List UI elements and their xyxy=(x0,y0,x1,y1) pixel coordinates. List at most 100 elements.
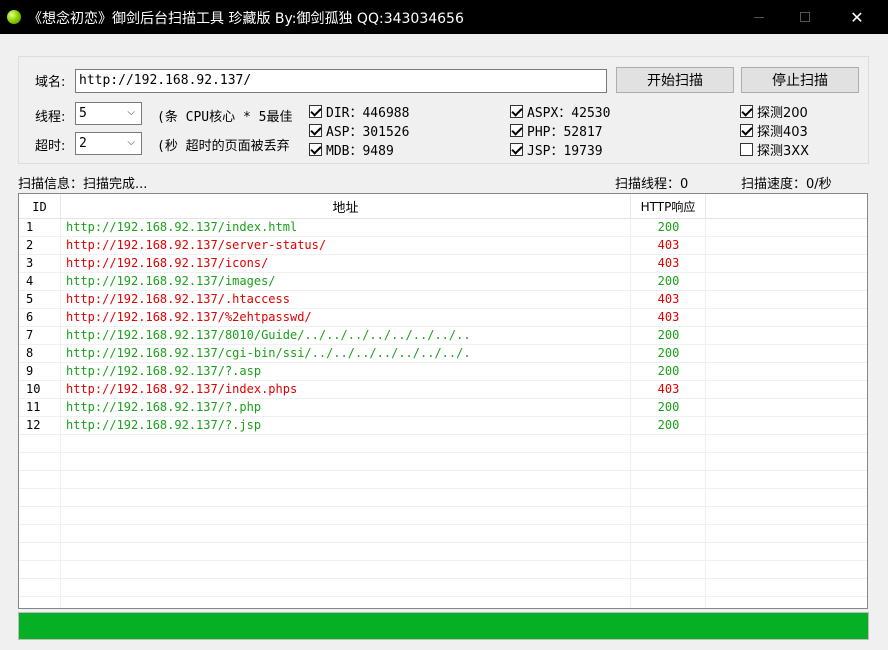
row-id: 2 xyxy=(26,238,34,252)
row-id: 4 xyxy=(26,274,34,288)
table-row-empty xyxy=(19,507,867,525)
close-button[interactable]: ✕ xyxy=(834,0,880,34)
start-scan-button[interactable]: 开始扫描 xyxy=(616,67,734,93)
row-id: 5 xyxy=(26,292,34,306)
table-row-empty xyxy=(19,471,867,489)
scan-threads-status: 扫描线程：0 xyxy=(615,177,689,192)
table-row[interactable]: 9 http://192.168.92.137/?.asp 200 xyxy=(19,363,867,381)
row-http-code: 200 xyxy=(657,346,680,360)
timeout-select[interactable]: 2 ⌵ xyxy=(75,132,142,155)
scan-progress-bar xyxy=(18,612,869,640)
scan-speed-status: 扫描速度：0/秒 xyxy=(741,177,832,192)
row-id: 7 xyxy=(26,328,34,342)
checkbox-label: ASPX：42530 xyxy=(527,106,611,121)
column-header-address[interactable]: 地址 xyxy=(61,194,631,219)
checkbox-icon xyxy=(309,124,322,137)
domain-label: 域名: xyxy=(35,75,66,90)
row-http-code: 200 xyxy=(657,328,680,342)
minimize-button[interactable] xyxy=(736,0,782,34)
table-row-empty xyxy=(19,453,867,471)
stop-scan-button[interactable]: 停止扫描 xyxy=(741,67,859,93)
scan-info-status: 扫描信息：扫描完成... xyxy=(18,177,148,192)
green-ball-icon xyxy=(7,10,21,24)
checkbox-dir[interactable]: DIR：446988 xyxy=(309,102,409,121)
table-row[interactable]: 8 http://192.168.92.137/cgi-bin/ssi/../..… xyxy=(19,345,867,363)
table-row[interactable]: 7 http://192.168.92.137/8010/Guide/../../… xyxy=(19,327,867,345)
checkbox-icon xyxy=(510,124,523,137)
checkbox-icon xyxy=(740,143,753,156)
checkbox-php[interactable]: PHP：52817 xyxy=(510,121,603,140)
table-row[interactable]: 6 http://192.168.92.137/%2ehtpasswd/403 xyxy=(19,309,867,327)
timeout-value: 2 xyxy=(79,136,87,151)
checkbox-icon xyxy=(309,105,322,118)
row-url: http://192.168.92.137/.htaccess xyxy=(66,292,290,306)
domain-input[interactable]: http://192.168.92.137/ xyxy=(75,69,607,93)
row-url: http://192.168.92.137/?.jsp xyxy=(66,418,262,432)
table-row-empty xyxy=(19,597,867,608)
row-http-code: 200 xyxy=(657,418,680,432)
row-id: 11 xyxy=(26,400,41,414)
checkbox-icon xyxy=(309,143,322,156)
row-url: http://192.168.92.137/?.asp xyxy=(66,364,262,378)
table-row[interactable]: 11 http://192.168.92.137/?.php 200 xyxy=(19,399,867,417)
table-row[interactable]: 1 http://192.168.92.137/index.html 200 xyxy=(19,219,867,237)
threads-label: 线程: xyxy=(35,110,66,125)
checkbox-jsp[interactable]: JSP：19739 xyxy=(510,140,603,159)
table-header: ID 地址 HTTP响应 xyxy=(19,194,867,219)
row-id: 8 xyxy=(26,346,34,360)
checkbox-label: PHP：52817 xyxy=(527,125,603,140)
checkbox-mdb[interactable]: MDB：9489 xyxy=(309,140,394,159)
maximize-button[interactable] xyxy=(782,0,828,34)
row-url: http://192.168.92.137/cgi-bin/ssi/../../… xyxy=(66,346,471,360)
row-id: 6 xyxy=(26,310,34,324)
row-http-code: 200 xyxy=(657,220,680,234)
table-row[interactable]: 10 http://192.168.92.137/index.phps 403 xyxy=(19,381,867,399)
row-url: http://192.168.92.137/server-status/ xyxy=(66,238,327,252)
row-url: http://192.168.92.137/images/ xyxy=(66,274,276,288)
timeout-label: 超时: xyxy=(35,139,66,154)
table-row[interactable]: 2 http://192.168.92.137/server-status/403 xyxy=(19,237,867,255)
checkbox-probe-200[interactable]: 探测200 xyxy=(740,102,808,121)
checkbox-label: DIR：446988 xyxy=(326,106,410,121)
column-header-http[interactable]: HTTP响应 xyxy=(631,194,706,219)
row-url: http://192.168.92.137/index.phps xyxy=(66,382,298,396)
timeout-hint: (秒 超时的页面被丢弃 xyxy=(157,139,290,154)
checkbox-probe-403[interactable]: 探测403 xyxy=(740,121,808,140)
table-row-empty xyxy=(19,579,867,597)
row-url: http://192.168.92.137/icons/ xyxy=(66,256,269,270)
checkbox-icon xyxy=(510,143,523,156)
checkbox-asp[interactable]: ASP：301526 xyxy=(309,121,409,140)
table-row[interactable]: 4 http://192.168.92.137/images/200 xyxy=(19,273,867,291)
row-http-code: 403 xyxy=(657,382,680,396)
chevron-down-icon: ⌵ xyxy=(127,107,135,118)
close-icon: ✕ xyxy=(850,7,864,27)
progress-fill xyxy=(19,613,868,639)
threads-select[interactable]: 5 ⌵ xyxy=(75,102,142,125)
checkbox-icon xyxy=(740,105,753,118)
chevron-down-icon: ⌵ xyxy=(127,137,135,148)
table-row[interactable]: 3 http://192.168.92.137/icons/403 xyxy=(19,255,867,273)
row-http-code: 200 xyxy=(657,274,680,288)
results-table[interactable]: ID 地址 HTTP响应 1 http://192.168.92.137/inde… xyxy=(18,193,868,609)
minimize-icon xyxy=(754,16,764,18)
checkbox-aspx[interactable]: ASPX：42530 xyxy=(510,102,610,121)
table-row[interactable]: 5 http://192.168.92.137/.htaccess 403 xyxy=(19,291,867,309)
table-row[interactable]: 12 http://192.168.92.137/?.jsp 200 xyxy=(19,417,867,435)
column-header-id[interactable]: ID xyxy=(19,194,61,219)
checkbox-label: 探测403 xyxy=(757,125,808,140)
row-id: 12 xyxy=(26,418,41,432)
table-row-empty xyxy=(19,525,867,543)
row-url: http://192.168.92.137/index.html xyxy=(66,220,298,234)
row-http-code: 403 xyxy=(657,310,680,324)
row-http-code: 403 xyxy=(657,238,680,252)
checkbox-probe-3xx[interactable]: 探测3XX xyxy=(740,140,809,159)
row-url: http://192.168.92.137/%2ehtpasswd/ xyxy=(66,310,312,324)
threads-hint: (条 CPU核心 * 5最佳 xyxy=(157,110,293,125)
row-id: 3 xyxy=(26,256,34,270)
table-row-empty xyxy=(19,543,867,561)
maximize-icon xyxy=(800,12,810,22)
row-http-code: 403 xyxy=(657,292,680,306)
table-row-empty xyxy=(19,435,867,453)
table-row-empty xyxy=(19,561,867,579)
checkbox-label: MDB：9489 xyxy=(326,144,394,159)
